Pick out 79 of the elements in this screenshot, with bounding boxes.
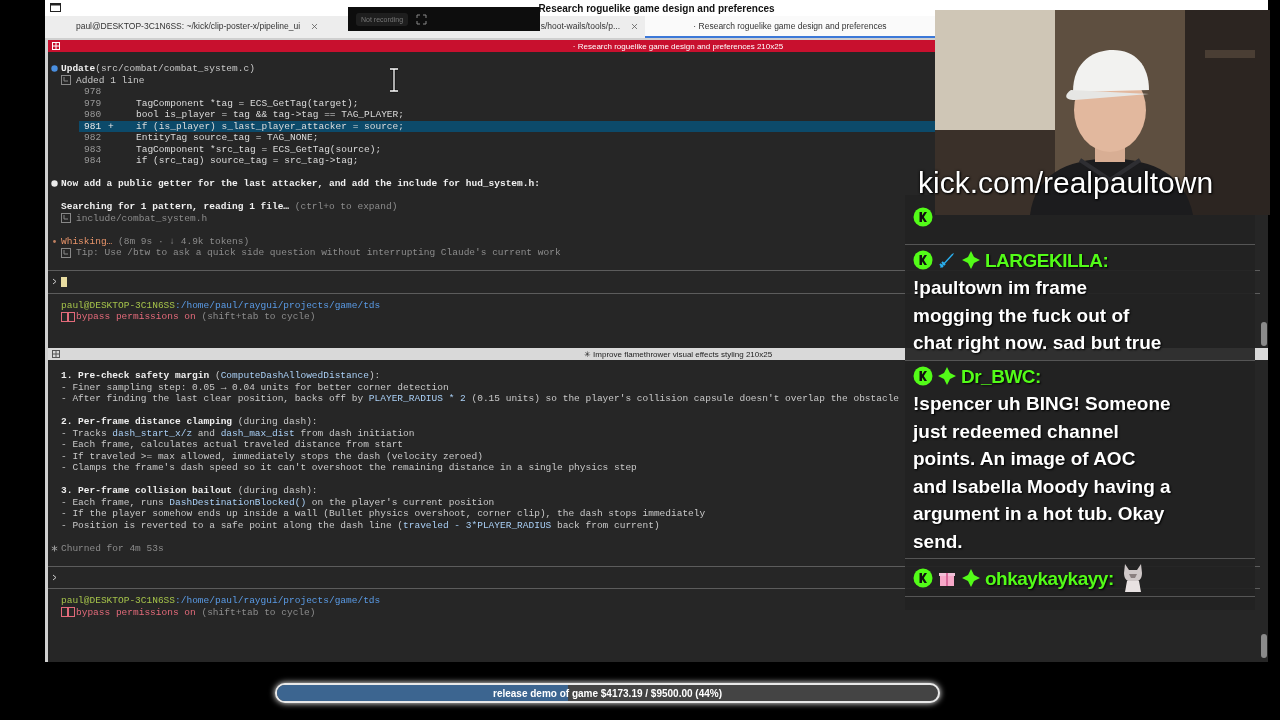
prompt-chevron-icon	[52, 573, 57, 581]
asterisk-icon	[51, 544, 58, 552]
text-cursor-icon	[388, 67, 400, 93]
terminal-line: 1. Pre-check safety margin (ComputeDashAllowedDistance):	[61, 370, 381, 382]
kick-badge-icon	[913, 207, 933, 227]
code-line: bool is_player = tag && tag->tag == TAG_PLAYER;	[136, 109, 404, 121]
terminal-line: Tip: Use /btw to ask a quick side question without interrupting Claude's current work	[76, 247, 561, 259]
line-number: 982	[84, 132, 103, 144]
terminal-tab[interactable]: · Research roguelike game design and preferences	[645, 16, 935, 38]
goal-label: release demo of game $4173.19 / $9500.00 (44%)	[493, 687, 722, 699]
prompt-chevron-icon	[52, 278, 57, 286]
terminal-line: - If the player somehow ends up inside a wall (Bullet physics overshoot, corner clip), the dash stops immediately	[61, 508, 706, 520]
pane-title: ✳ Improve flamethrower visual effects styling 210x25	[583, 349, 773, 359]
line-number: 979	[84, 97, 103, 109]
terminal-line: Searching for 1 pattern, reading 1 file… (ctrl+o to expand)	[61, 201, 398, 213]
terminal-line: - Clamps the frame's dash speed so it can't overshoot the remaining distance in a single physics step	[61, 462, 637, 474]
terminal-line: include/combat_system.h	[76, 212, 208, 224]
prompt-line: paul@DESKTOP-3C1N6SS:/home/paul/raygui/projects/game/tds	[61, 299, 381, 311]
line-number: 980	[84, 109, 103, 121]
line-number: 978	[84, 86, 103, 98]
scrollbar-thumb[interactable]	[1261, 634, 1267, 658]
line-number: 983	[84, 143, 103, 155]
chat-username[interactable]: Dr_BWC:	[961, 365, 1041, 387]
gem-icon	[961, 568, 981, 588]
code-line: TagComponent *tag = ECS_GetTag(target);	[136, 97, 359, 109]
channel-url: kick.com/realpaultown	[918, 166, 1214, 200]
code-line: if (is_player) s_last_player_attacker = source;	[136, 120, 404, 132]
window-icon	[50, 3, 61, 12]
code-line: EntityTag source_tag = TAG_NONE;	[136, 132, 319, 144]
close-icon[interactable]	[310, 21, 320, 31]
window-title: Research roguelike game design and preferences	[538, 2, 775, 14]
terminal-line: Update(src/combat/combat_system.c)	[61, 63, 255, 75]
kick-badge-icon	[913, 249, 933, 270]
pane-title: · Research roguelike game design and preferences 210x25	[572, 41, 784, 51]
kick-badge-icon	[913, 568, 933, 588]
corner-icon	[61, 75, 71, 86]
terminal-line: - After finding the last clear position, backs off by PLAYER_RADIUS * 2 (0.15 units) so the player's collision capsule doesn't overlap the obstacle	[61, 393, 900, 405]
terminal-line: - Finer sampling step: 0.05 → 0.04 units for better corner detection	[61, 381, 449, 393]
code-line: if (src_tag) source_tag = src_tag->tag;	[136, 155, 359, 167]
mode-icon	[61, 311, 75, 322]
chat-message-text: !spencer uh BING! Someone just redeemed channel points. An image of AOC and Isabella Moody having a argument in a hot tub. Okay send.	[913, 392, 1172, 554]
text-cursor	[61, 276, 67, 287]
scrollbar-thumb[interactable]	[1261, 322, 1267, 346]
code-line: TagComponent *src_tag = ECS_GetTag(source);	[136, 143, 382, 155]
terminal-line: - Each frame, runs DashDestinationBlocked() on the player's current position	[61, 496, 495, 508]
terminal-line: Churned for 4m 53s	[61, 542, 164, 554]
corner-icon	[61, 213, 71, 224]
status-dot-icon	[51, 180, 58, 188]
terminal-tab[interactable]: s/hoot-wails/tools/p...	[540, 16, 645, 38]
diff-sign: +	[108, 120, 114, 132]
mode-icon	[61, 607, 75, 618]
mode-line: bypass permissions on (shift+tab to cycle)	[76, 606, 316, 618]
line-number: 981	[84, 120, 103, 132]
status-dot-icon	[51, 65, 58, 73]
terminal-line: - Position is reverted to a safe point along the dash line (traveled - 3*PLAYER_RADIUS back from current)	[61, 519, 660, 531]
corner-icon	[61, 247, 71, 258]
chat-username[interactable]: ohkaykaykayy:	[985, 568, 1114, 589]
close-icon[interactable]	[630, 21, 639, 31]
gem-icon	[961, 249, 981, 270]
terminal-line: 2. Per-frame distance clamping (during dash):	[61, 416, 318, 428]
chat-message-text: !paultown im frame mogging the fuck out of chat right now. sad but true	[913, 276, 1163, 355]
terminal-line: - If traveled >= max allowed, immediately stops the dash (velocity zeroed)	[61, 450, 483, 462]
prompt-line: paul@DESKTOP-3C1N6SS:/home/paul/raygui/projects/game/tds	[61, 595, 381, 607]
terminal-line: Whisking… (8m 9s · ↓ 4.9k tokens)	[61, 235, 250, 247]
terminal-tab[interactable]: paul@DESKTOP-3C1N6SS: ~/kick/clip-poster-x/pipeline_ui	[50, 16, 345, 38]
grid-icon	[52, 350, 60, 358]
terminal-line: 3. Per-frame collision bailout (during dash):	[61, 485, 318, 497]
status-dot-icon	[53, 239, 56, 243]
terminal-line: Added 1 line	[76, 74, 145, 86]
terminal-line: - Tracks dash_start_x/z and dash_max_dist from dash initiation	[61, 427, 415, 439]
fullscreen-icon[interactable]	[416, 13, 428, 25]
chat-username[interactable]: LARGEKILLA:	[985, 249, 1109, 271]
gem-icon	[937, 365, 957, 386]
kick-badge-icon	[913, 365, 933, 386]
grid-icon	[52, 42, 60, 50]
terminal-line: - Each frame, calculates actual traveled distance from start	[61, 439, 404, 451]
mode-line: bypass permissions on (shift+tab to cycle)	[76, 311, 316, 323]
terminal-line: Now add a public getter for the last attacker, and add the include for hud_system.h:	[61, 178, 540, 190]
line-number: 984	[84, 155, 103, 167]
